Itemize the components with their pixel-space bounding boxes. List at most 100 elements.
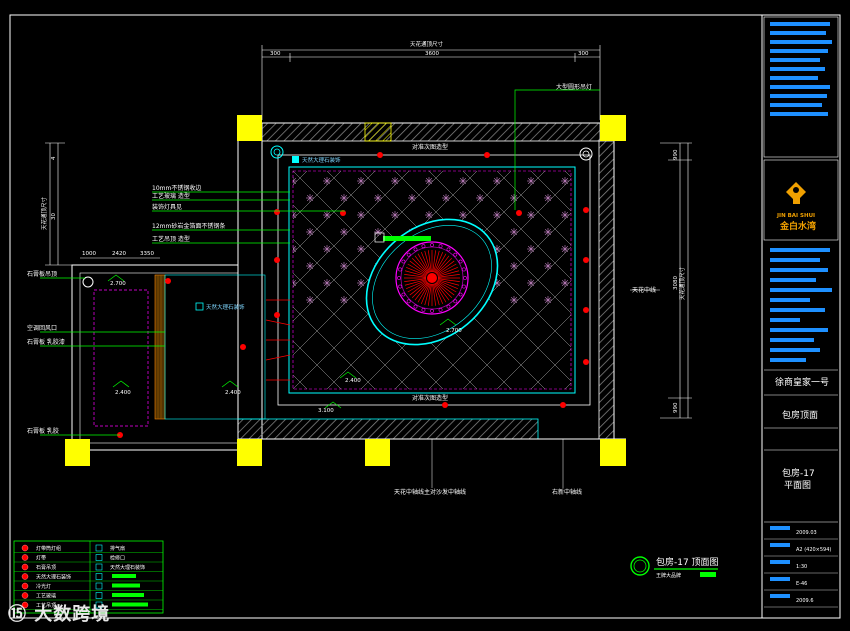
title-block-text-bar xyxy=(770,308,825,312)
title-block-row: 1:30 xyxy=(796,564,807,570)
vent-icon xyxy=(82,276,94,288)
callout-1: 10mm不锈钢收边 xyxy=(152,184,201,192)
star-ornament xyxy=(293,211,297,219)
title-block-text-bar xyxy=(770,103,822,107)
callout-4: 12mm砂岩金箔面不锈钢条 xyxy=(152,222,225,230)
chandelier xyxy=(395,241,469,315)
star-ornament xyxy=(493,211,501,219)
legend-label-right: 天然大理石装饰 xyxy=(110,564,145,571)
star-ornament xyxy=(340,194,348,202)
title-block-text-bar xyxy=(770,348,820,352)
star-ornament xyxy=(357,245,365,253)
bottom-right-label: 右新中轴线 xyxy=(552,488,582,496)
height-2: 2.700 xyxy=(446,328,462,334)
callout-7: 空调回风口 xyxy=(27,324,57,332)
star-ornament xyxy=(425,211,433,219)
star-ornament xyxy=(306,228,314,236)
height-1: 2.700 xyxy=(110,281,126,287)
top-wall-hatch xyxy=(261,122,601,142)
star-ornament xyxy=(323,245,331,253)
legend-label: 冷光灯 xyxy=(36,583,51,590)
title-block-text-bar xyxy=(770,358,806,362)
star-ornament xyxy=(578,194,586,202)
legend-row: 天然大理石装饰 xyxy=(14,573,163,582)
title-block-text-bar xyxy=(770,40,832,44)
star-ornament xyxy=(391,211,399,219)
star-ornament xyxy=(357,211,365,219)
star-ornament xyxy=(459,211,467,219)
watermark: ⑮ 大数跨境 xyxy=(8,600,110,626)
drawing-title-sub: 王牌大品牌 xyxy=(656,572,681,579)
bottom-dim-3: 3350 xyxy=(140,251,154,257)
logo-text: 金白水湾 xyxy=(779,220,816,232)
legend-row: 工艺玻璃 xyxy=(14,592,163,601)
overall-dim-label: 天花通顶尺寸 xyxy=(410,40,444,48)
downlight-icon xyxy=(583,307,589,313)
cyan-note-2: 天然大理石装饰 xyxy=(206,303,245,311)
star-ornament xyxy=(391,177,399,185)
columns xyxy=(65,115,626,466)
left-axis-label: 天花通顶尺寸 xyxy=(40,196,48,230)
project-name: 徐商皇家一号 xyxy=(775,376,829,388)
star-ornament xyxy=(425,177,433,185)
height-3: 3.100 xyxy=(318,408,334,414)
cyan-note-1: 天然大理石装饰 xyxy=(302,156,341,164)
downlight-icon xyxy=(274,257,280,263)
top-dim-1: 300 xyxy=(270,51,281,57)
title-block-text-bar xyxy=(770,58,820,62)
title-block-row: 2009.03 xyxy=(796,530,817,536)
right-wall-hatch xyxy=(598,140,615,440)
title-block-row: E-46 xyxy=(796,581,807,587)
downlight-icon xyxy=(240,344,246,350)
star-ornament xyxy=(561,279,569,287)
star-ornament xyxy=(293,177,297,185)
star-ornament xyxy=(323,279,331,287)
height-4: 2.400 xyxy=(115,390,131,396)
title-block: JIN BAI SHUI 金白水湾 徐商皇家一号 包房顶面 包房-17 平面图 … xyxy=(763,16,839,608)
top-right-note: 大型圆形吊灯 xyxy=(556,83,592,91)
star-ornament xyxy=(293,245,297,253)
green-bar xyxy=(383,236,431,241)
star-ornament xyxy=(323,177,331,185)
star-ornament xyxy=(357,279,365,287)
title-block-row: A2 (420×594) xyxy=(796,547,831,553)
title-block-text-bar xyxy=(770,318,800,322)
title-block-text-bar xyxy=(770,22,830,26)
legend-label: 石膏吊顶 xyxy=(36,564,56,571)
star-ornament xyxy=(340,262,348,270)
title-block-text-bar xyxy=(770,94,827,98)
star-ornament xyxy=(578,262,586,270)
legend-label: 灯带筒灯组 xyxy=(36,545,61,552)
star-ornament xyxy=(306,262,314,270)
downlight-icon xyxy=(377,152,383,158)
title-block-text-bar xyxy=(770,338,814,342)
star-ornament xyxy=(306,194,314,202)
downlight-icon xyxy=(583,207,589,213)
star-ornament xyxy=(323,211,331,219)
legend-row: 灯带筒灯组 排气扇 xyxy=(14,544,163,553)
downlight-icon xyxy=(274,209,280,215)
star-ornament xyxy=(408,194,416,202)
right-mid-label: 天花中线 xyxy=(632,286,656,294)
callout-2: 工艺玻璃 造型 xyxy=(152,192,190,200)
downlight-icon xyxy=(484,152,490,158)
star-ornament xyxy=(442,194,450,202)
sheet-sub: 平面图 xyxy=(784,480,811,491)
legend-row: 石膏吊顶 天然大理石装饰 xyxy=(14,563,163,572)
title-block-text-bar xyxy=(770,248,830,252)
sheet-name: 包房-17 xyxy=(782,467,815,479)
title-block-text-bar xyxy=(770,278,816,282)
main-room xyxy=(65,115,626,466)
right-dim-3: 990 xyxy=(673,402,679,413)
star-ornament xyxy=(578,296,586,304)
legend-label: 工艺玻璃 xyxy=(36,593,56,600)
star-ornament xyxy=(510,194,518,202)
star-ornament xyxy=(374,194,382,202)
bottom-dim-2: 2420 xyxy=(112,251,126,257)
star-ornament xyxy=(527,245,535,253)
legend-row: 冷光灯 xyxy=(14,582,163,591)
title-block-text-bar xyxy=(770,76,818,80)
downlight-icon xyxy=(165,278,171,284)
exhaust-fan-icon xyxy=(270,145,284,159)
callout-9: 石膏板 乳胶 xyxy=(27,427,59,435)
